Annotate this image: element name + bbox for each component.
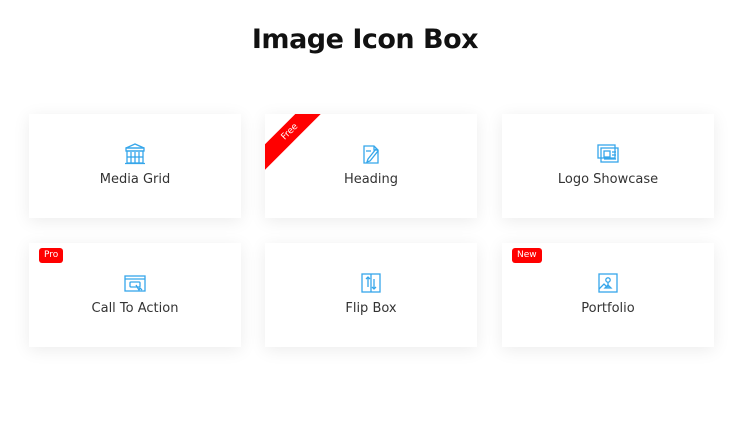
- card-label: Portfolio: [581, 301, 635, 316]
- pro-badge: Pro: [39, 248, 64, 263]
- card-label: Media Grid: [99, 172, 171, 187]
- card-flip-box[interactable]: Flip Box: [265, 243, 477, 347]
- media-grid-icon: [123, 142, 147, 166]
- page-title: Image Icon Box: [251, 24, 479, 55]
- call-to-action-icon: [123, 271, 147, 295]
- card-heading[interactable]: Free Heading: [265, 114, 477, 218]
- card-portfolio[interactable]: New Portfolio: [502, 243, 714, 347]
- free-ribbon: Free: [265, 114, 325, 174]
- card-call-to-action[interactable]: Pro Call To Action: [29, 243, 241, 347]
- ribbon-label: Free: [265, 114, 325, 174]
- card-label: Flip Box: [345, 301, 397, 316]
- flip-box-icon: [359, 271, 383, 295]
- heading-icon: [359, 142, 383, 166]
- card-label: Call To Action: [91, 301, 179, 316]
- card-label: Heading: [343, 172, 399, 187]
- new-badge: New: [512, 248, 542, 263]
- card-media-grid[interactable]: Media Grid: [29, 114, 241, 218]
- card-logo-showcase[interactable]: Logo Showcase: [502, 114, 714, 218]
- logo-showcase-icon: [596, 142, 620, 166]
- card-label: Logo Showcase: [557, 172, 659, 187]
- portfolio-icon: [596, 271, 620, 295]
